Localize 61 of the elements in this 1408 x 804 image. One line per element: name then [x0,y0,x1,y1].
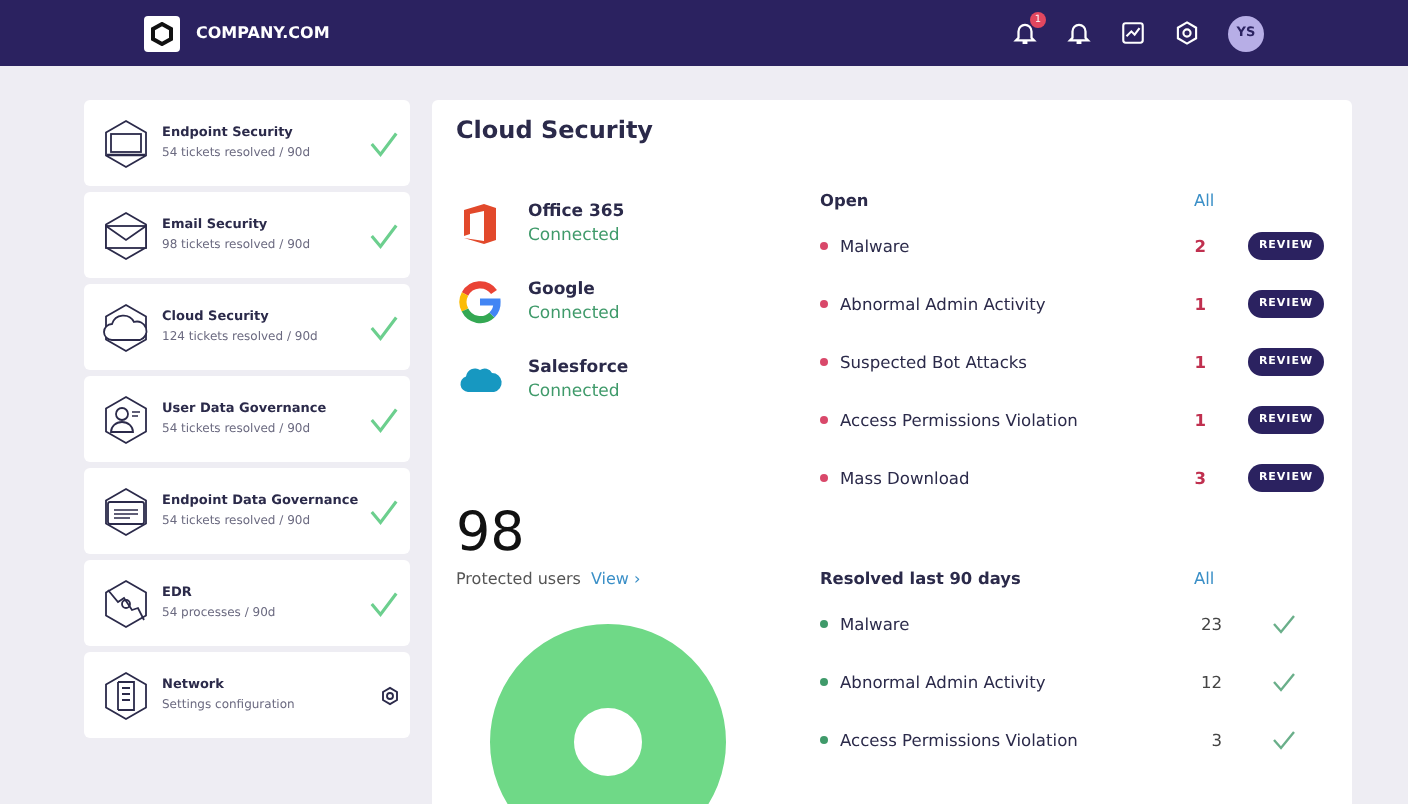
server-icon [100,669,152,721]
all-link[interactable]: All [1194,566,1215,592]
lightning-icon [100,577,152,629]
check-icon [368,129,400,157]
connection-status: Connected [528,223,622,248]
check-icon [368,497,401,525]
issue-count: 12 [1198,669,1222,695]
panel-title: Cloud Security [456,116,656,145]
issue-name: Access Permissions Violation [840,407,1080,433]
check-icon [368,221,400,249]
issue-name: Malware [840,233,912,259]
status-dot [820,473,828,482]
view-link[interactable]: View › [590,568,641,593]
issue-count: 1 [1192,407,1206,433]
envelope-icon [100,209,152,261]
issue-name: Suspected Bot Attacks [840,349,1030,375]
issue-name: Malware [840,611,912,637]
section-heading: Resolved last 90 days [820,566,1023,592]
laptop-icon [100,117,152,169]
google-logo-icon [456,277,504,326]
issue-count: 23 [1198,611,1222,637]
issue-count: 3 [1192,465,1206,491]
issue-name: Abnormal Admin Activity [840,291,1048,317]
issue-count: 1 [1192,291,1206,317]
all-link[interactable]: All [1194,188,1215,214]
issue-name: Mass Download [840,465,972,491]
brand-name[interactable]: COMPANY.COM [196,21,330,45]
section-heading: Open [820,188,871,214]
check-icon [1272,671,1296,692]
check-icon [368,313,400,341]
status-dot [820,415,828,424]
issue-count: 2 [1192,233,1206,259]
cloud-icon [100,301,152,353]
integration-name: Google [528,277,597,302]
issue-name: Access Permissions Violation [840,727,1080,753]
check-icon [1272,729,1296,750]
integration-name: Salesforce [528,355,629,380]
status-dot [820,357,828,366]
connection-status: Connected [528,379,622,404]
check-icon [1272,613,1296,634]
issue-count: 1 [1192,349,1206,375]
bell-icon [1012,20,1038,46]
bell-icon[interactable] [1066,20,1092,46]
user-icon [100,393,152,445]
check-icon [368,589,400,617]
status-dot [820,241,828,250]
connection-status: Connected [528,301,620,326]
status-dot [820,619,828,628]
protected-users-label: Protected users [456,568,581,593]
settings-icon[interactable] [380,685,400,705]
issue-name: Abnormal Admin Activity [840,669,1048,695]
status-dot [820,735,828,744]
chart-icon[interactable] [1120,20,1146,46]
status-dot [820,677,828,686]
check-icon [368,405,400,433]
logo-icon [144,15,180,51]
integration-name: Office 365 [528,199,625,224]
status-dot [820,299,828,308]
document-icon [100,485,152,537]
protected-users-count: 98 [456,504,527,565]
issue-count: 3 [1209,727,1222,753]
